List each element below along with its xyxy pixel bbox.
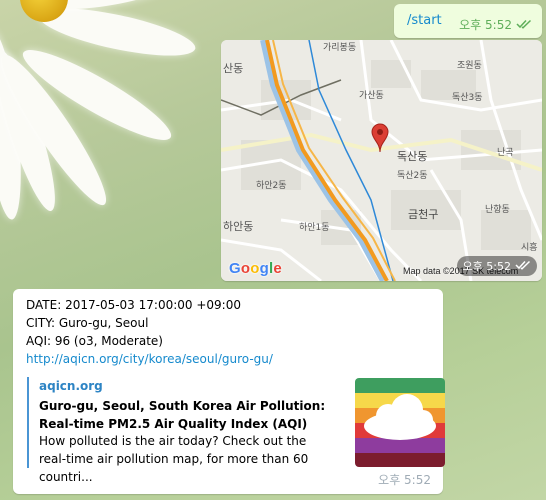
double-check-icon: [516, 18, 532, 32]
map-label: 독산3동: [452, 92, 483, 103]
map-label: 난향동: [485, 203, 510, 215]
preview-thumbnail[interactable]: [355, 378, 445, 467]
message-meta: 오후 5:52: [456, 256, 537, 276]
map-label: 금천구: [408, 207, 438, 221]
map-label: 하안1동: [299, 222, 330, 233]
map-label: 독산2동: [397, 170, 428, 181]
preview-description: How polluted is the air today? Check out…: [39, 434, 309, 484]
message-meta: 오후 5:52: [459, 16, 532, 33]
bot-command-link[interactable]: /start: [407, 13, 442, 28]
message-aqi-line: AQI: 96 (o3, Moderate): [26, 334, 163, 348]
message-date-line: DATE: 2017-05-03 17:00:00 +09:00: [26, 298, 241, 312]
link-preview[interactable]: aqicn.org Guro-gu, Seoul, South Korea Ai…: [27, 377, 445, 484]
map-pin-icon: [371, 123, 389, 157]
map-label: 가리봉동: [323, 42, 356, 53]
preview-site-name: aqicn.org: [39, 379, 103, 393]
map-label: 하안2동: [256, 180, 287, 191]
map-label: 조원동: [457, 60, 482, 71]
map-label: 시흥: [521, 241, 538, 253]
map-image: 가리봉동 산동 조원동 가산동 독산3동 독산동 난곡 독산2동 하안2동 하안…: [221, 40, 542, 281]
chat-history[interactable]: /start 오후 5:52 가리봉동 산동 조원동 가산동 독산3동 독산동 …: [0, 0, 546, 500]
message-time: 오후 5:52: [378, 473, 431, 487]
preview-title: Guro-gu, Seoul, South Korea Air Pollutio…: [39, 399, 326, 431]
location-message[interactable]: 가리봉동 산동 조원동 가산동 독산3동 독산동 난곡 독산2동 하안2동 하안…: [221, 40, 542, 281]
message-time: 오후 5:52: [459, 18, 512, 32]
message-time: 오후 5:52: [462, 260, 511, 273]
map-label: 산동: [223, 62, 243, 75]
map-label: 하안동: [223, 219, 253, 233]
outgoing-message[interactable]: /start 오후 5:52: [394, 4, 542, 38]
double-check-icon: [515, 260, 531, 273]
map-label: 난곡: [497, 147, 514, 158]
incoming-message[interactable]: DATE: 2017-05-03 17:00:00 +09:00 CITY: G…: [13, 289, 445, 494]
map-label: 가산동: [359, 90, 384, 101]
message-url-link[interactable]: http://aqicn.org/city/korea/seoul/guro-g…: [26, 352, 273, 366]
google-logo: Google: [229, 260, 282, 277]
message-city-line: CITY: Guro-gu, Seoul: [26, 316, 149, 330]
map-label: 독산동: [397, 150, 427, 163]
